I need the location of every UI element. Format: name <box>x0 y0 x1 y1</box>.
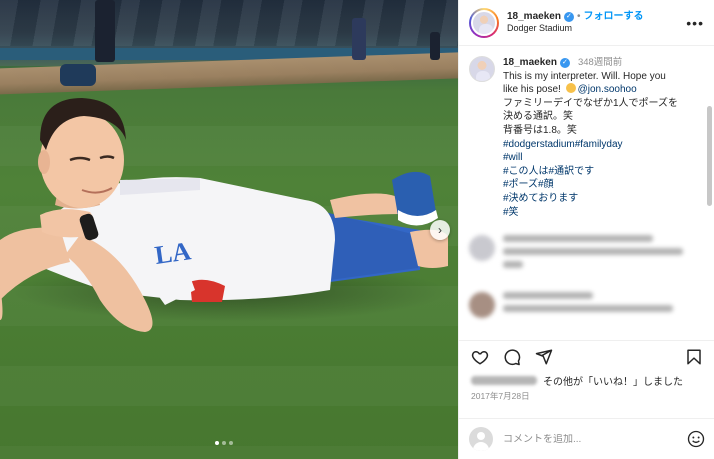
likes-summary[interactable]: その他が「いいね！」しました <box>471 373 683 388</box>
action-bar <box>459 340 714 372</box>
la-logo-text: LA <box>153 236 193 270</box>
carousel-dot <box>215 441 219 445</box>
caption-body: 18_maeken ✓ 348週間前 This is my interprete… <box>503 56 703 219</box>
next-image-button[interactable]: › <box>430 220 450 240</box>
comments-section[interactable]: 18_maeken ✓ 348週間前 This is my interprete… <box>459 46 714 338</box>
follow-button[interactable]: フォローする <box>583 11 643 24</box>
blurred-comment <box>469 235 704 274</box>
post-sidebar: 18_maeken ✓ • フォローする Dodger Stadium ••• … <box>458 0 714 459</box>
likes-text: その他が「いいね！」しました <box>543 377 683 388</box>
post-image[interactable]: LA › <box>0 0 458 459</box>
next-arrow-icon: › <box>438 223 442 237</box>
hashtag-link[interactable]: #この人は#通訳です <box>503 165 703 179</box>
caption-text: ファミリーデイでなぜか1人でポーズを <box>503 97 679 109</box>
person-lying-on-grass: LA <box>0 98 448 332</box>
verified-badge-icon: ✓ <box>559 57 570 68</box>
hashtag-link[interactable]: #決めております <box>503 192 703 206</box>
heart-icon[interactable] <box>469 346 491 368</box>
post-time: 348週間前 <box>577 57 623 68</box>
comment-input[interactable] <box>503 433 687 445</box>
header-text: 18_maeken ✓ • フォローする Dodger Stadium <box>507 11 686 35</box>
heart-eyes-emoji-icon <box>565 83 576 94</box>
hashtag-link[interactable]: #笑 <box>503 206 703 220</box>
hashtag-link[interactable]: #ポーズ#顔 <box>503 178 703 192</box>
carousel-dot <box>229 441 233 445</box>
separator-dot: • <box>576 10 581 22</box>
caption-username[interactable]: 18_maeken <box>503 56 557 70</box>
current-user-avatar <box>469 427 493 451</box>
caption-text: This is my interpreter. Will. Hope you <box>503 70 666 82</box>
mention-link[interactable]: @jon.soohoo <box>578 84 637 95</box>
post-header: 18_maeken ✓ • フォローする Dodger Stadium ••• <box>459 0 714 46</box>
bookmark-icon[interactable] <box>683 346 705 368</box>
location-link[interactable]: Dodger Stadium <box>507 23 686 34</box>
emoji-icon[interactable] <box>687 430 705 448</box>
hashtag-link[interactable]: #dodgerstadium#familyday <box>503 138 703 152</box>
caption-text: 背番号は1.8。笑 <box>503 124 577 136</box>
carousel-indicator <box>215 441 233 445</box>
comment-icon[interactable] <box>501 346 523 368</box>
verified-badge-icon: ✓ <box>563 11 574 22</box>
post-date: 2017年7月28日 <box>471 391 530 401</box>
caption-text: 決める通訳。笑 <box>503 111 573 123</box>
more-options-icon[interactable]: ••• <box>686 15 704 31</box>
hashtag-link[interactable]: #will <box>503 151 703 165</box>
profile-avatar[interactable] <box>469 7 499 38</box>
caption-avatar[interactable] <box>469 56 495 82</box>
share-icon[interactable] <box>533 346 555 368</box>
add-comment-bar <box>459 418 714 459</box>
blurred-comment <box>469 292 704 319</box>
username-link[interactable]: 18_maeken <box>507 11 561 24</box>
caption-text: like his pose! @jon.soohoo <box>503 83 637 96</box>
blurred-liker-names <box>471 376 537 385</box>
carousel-dot <box>222 441 226 445</box>
scrollbar[interactable] <box>707 106 712 206</box>
caption: 18_maeken ✓ 348週間前 This is my interprete… <box>469 56 704 219</box>
